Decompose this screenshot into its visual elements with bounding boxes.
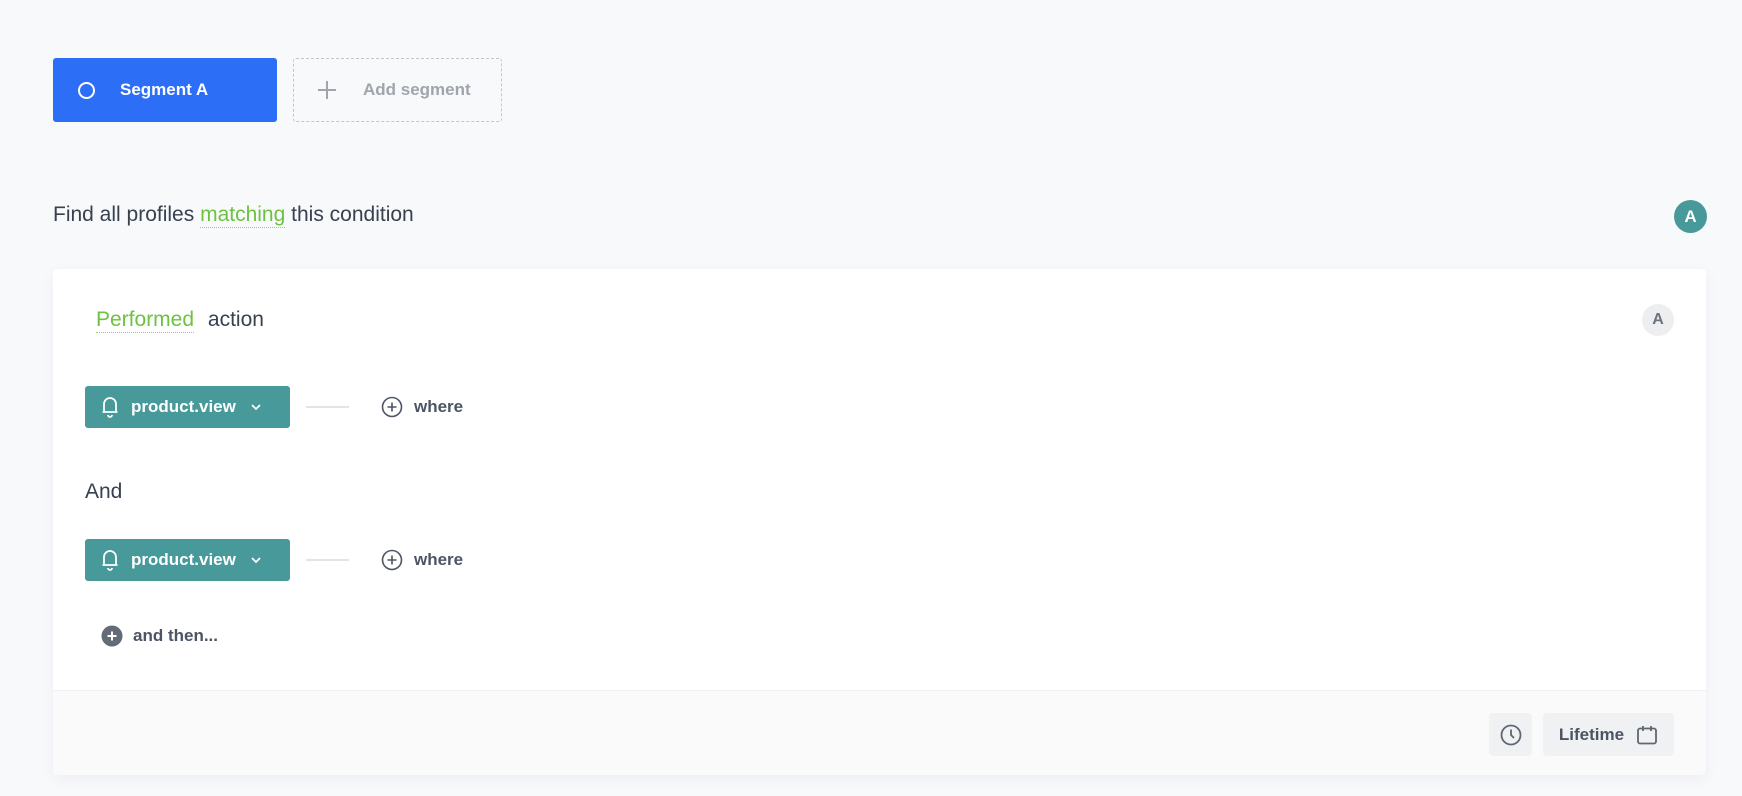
date-range-button[interactable]: Lifetime (1543, 713, 1674, 756)
event-select[interactable]: product.view (85, 539, 290, 581)
where-label: where (414, 550, 464, 569)
add-segment-label: Add segment (363, 80, 471, 99)
condition-suffix: this condition (291, 203, 414, 226)
radio-circle-icon (78, 81, 95, 99)
condition-title: Find all profiles matching this conditio… (53, 203, 414, 228)
plus-circle-icon (381, 396, 403, 418)
plus-icon (316, 79, 338, 101)
and-joiner: And (85, 480, 123, 503)
condition-card: Performed action A product.view where An… (53, 269, 1706, 775)
action-title: Performed action (96, 308, 264, 333)
condition-prefix: Find all profiles (53, 203, 195, 226)
chevron-down-icon (251, 557, 261, 564)
date-range-label: Lifetime (1558, 724, 1625, 744)
clock-icon (1500, 724, 1521, 745)
connector-line (306, 559, 349, 561)
add-where-button[interactable]: where (381, 549, 463, 571)
event-name: product.view (131, 550, 236, 569)
segment-a-label: Segment A (120, 80, 209, 99)
and-then-button[interactable]: and then... (101, 625, 218, 647)
segment-a-tab[interactable]: Segment A (53, 58, 277, 122)
bell-icon (102, 397, 118, 418)
event-select[interactable]: product.view (85, 386, 290, 428)
action-label: action (207, 308, 264, 331)
calendar-icon (1637, 725, 1657, 744)
event-row: product.view where (85, 386, 463, 428)
plus-circle-icon (381, 549, 403, 571)
segment-badge: A (1674, 200, 1707, 233)
where-label: where (414, 397, 464, 416)
segment-tabs: Segment A Add segment (53, 58, 502, 122)
plus-filled-circle-icon (101, 625, 123, 647)
event-row: product.view where (85, 539, 463, 581)
time-window-button[interactable] (1489, 713, 1532, 756)
action-mode-dropdown[interactable]: Performed (96, 308, 195, 333)
condition-badge: A (1642, 304, 1674, 336)
event-name: product.view (131, 397, 236, 416)
add-segment-button[interactable]: Add segment (293, 58, 502, 122)
chevron-down-icon (251, 404, 261, 411)
match-mode-dropdown[interactable]: matching (200, 203, 286, 228)
card-footer: Lifetime (53, 690, 1706, 775)
bell-icon (102, 550, 118, 571)
connector-line (306, 406, 349, 408)
and-then-label: and then... (133, 626, 218, 645)
add-where-button[interactable]: where (381, 396, 463, 418)
